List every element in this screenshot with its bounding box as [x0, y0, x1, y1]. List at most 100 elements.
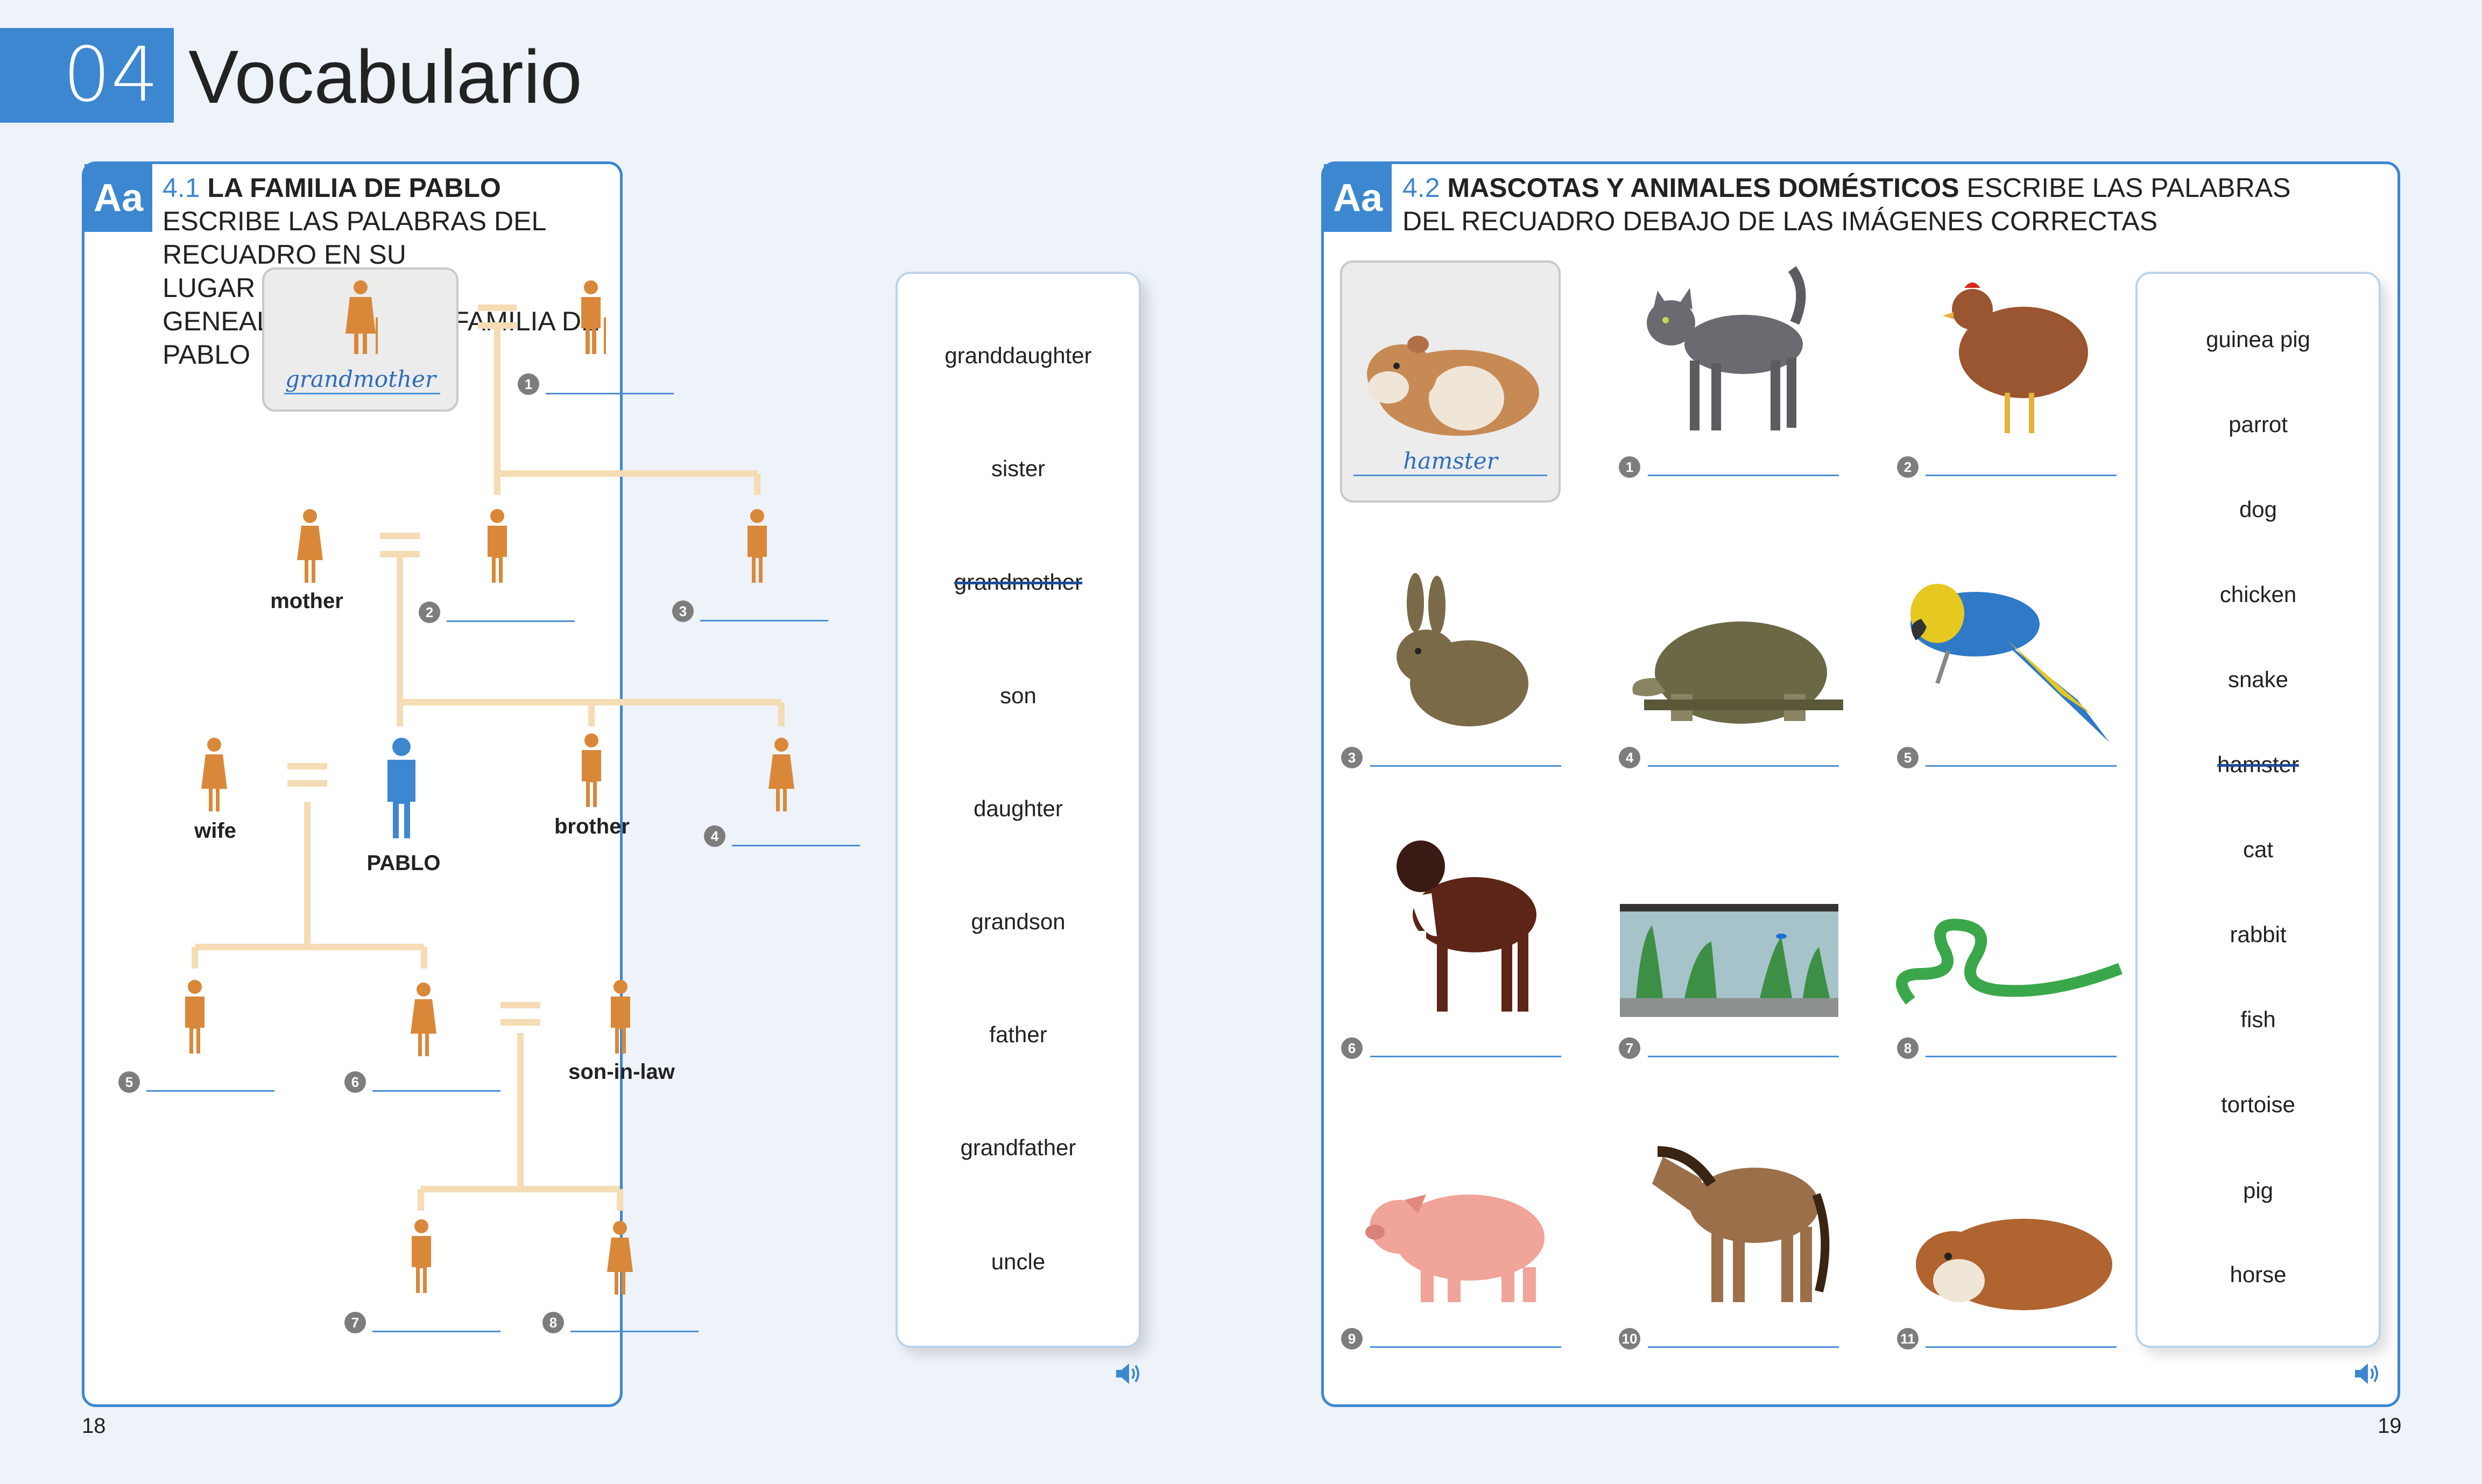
- slot-number: 2: [419, 602, 440, 623]
- exercise-4-2-heading: 4.2 MASCOTAS Y ANIMALES DOMÉSTICOS ESCRI…: [1402, 171, 2371, 238]
- slot-number: 4: [704, 825, 725, 847]
- rabbit-image: [1397, 573, 1528, 726]
- brother-figure: [582, 733, 601, 807]
- slot-number: 2: [1897, 456, 1919, 478]
- uncle-figure: [748, 509, 767, 583]
- word-item: sister: [991, 456, 1046, 481]
- example-answer-line: [284, 393, 440, 394]
- exercise-title: MASCOTAS Y ANIMALES DOMÉSTICOS: [1447, 173, 1959, 203]
- example-answer: hamster: [1403, 448, 1498, 474]
- slot-number: 6: [1341, 1037, 1363, 1059]
- word-item-struck: hamster: [2217, 752, 2299, 777]
- fish-tank-image: [1620, 904, 1838, 1017]
- parrot-image: [1910, 584, 2110, 743]
- answer-line-10[interactable]: [1648, 1346, 1839, 1348]
- word-item: grandfather: [960, 1135, 1076, 1160]
- answer-line-3[interactable]: [700, 620, 828, 621]
- label-mother: mother: [270, 589, 343, 613]
- answer-line-9[interactable]: [1370, 1346, 1561, 1348]
- answer-line-1[interactable]: [1648, 475, 1839, 476]
- word-item: chicken: [2219, 582, 2297, 607]
- answer-line-8[interactable]: [1926, 1056, 2117, 1057]
- cat-image: [1647, 266, 1806, 430]
- word-item: parrot: [2229, 412, 2288, 437]
- snake-image: [1896, 918, 2123, 1005]
- word-item: rabbit: [2230, 922, 2287, 947]
- answer-line-2[interactable]: [447, 620, 575, 622]
- grandfather-figure: [581, 280, 606, 354]
- wife-figure: [201, 738, 227, 811]
- daughter-figure: [411, 983, 436, 1056]
- answer-line-1[interactable]: [546, 393, 674, 394]
- word-item: daughter: [974, 796, 1063, 821]
- example-answer: grandmother: [285, 366, 436, 392]
- pig-image: [1365, 1195, 1545, 1302]
- word-item: guinea pig: [2206, 327, 2310, 352]
- son-figure: [185, 980, 205, 1054]
- word-item: uncle: [991, 1249, 1046, 1274]
- answer-line-7[interactable]: [1648, 1056, 1839, 1057]
- word-item: dog: [2239, 497, 2277, 522]
- speaker-icon[interactable]: [2354, 1361, 2383, 1386]
- slot-number: 1: [518, 373, 539, 395]
- slot-number: 3: [672, 600, 694, 622]
- slot-number: 1: [1619, 456, 1640, 478]
- answer-line-8[interactable]: [570, 1331, 699, 1332]
- label-wife: wife: [194, 819, 236, 843]
- word-item: pig: [2243, 1178, 2274, 1203]
- word-item: granddaughter: [944, 343, 1092, 368]
- answer-line-5[interactable]: [146, 1090, 274, 1092]
- slot-number: 5: [1897, 747, 1919, 768]
- exercise-instruction-2: DEL RECUADRO DEBAJO DE LAS IMÁGENES CORR…: [1402, 206, 2158, 236]
- word-box-left: granddaughter sister grandmother son dau…: [896, 272, 1141, 1348]
- sister-figure: [768, 738, 794, 811]
- slot-number: 8: [542, 1312, 564, 1333]
- speaker-icon[interactable]: [1115, 1361, 1144, 1386]
- granddaughter-figure: [607, 1221, 633, 1295]
- answer-line-11[interactable]: [1926, 1346, 2117, 1348]
- slot-number: 6: [344, 1071, 366, 1093]
- pablo-figure: [387, 738, 415, 838]
- word-item: tortoise: [2221, 1092, 2295, 1117]
- answer-line-2[interactable]: [1926, 475, 2117, 476]
- tortoise-image: [1632, 621, 1843, 724]
- label-brother: brother: [554, 815, 630, 838]
- slot-number: 7: [1619, 1037, 1640, 1059]
- slot-number: 11: [1897, 1328, 1919, 1349]
- word-item: snake: [2227, 667, 2289, 692]
- hamster-image: [1367, 336, 1539, 436]
- answer-line-4[interactable]: [732, 845, 860, 846]
- page-number-left: 18: [82, 1414, 106, 1438]
- word-item: horse: [2230, 1262, 2287, 1287]
- word-item: grandson: [971, 909, 1066, 934]
- word-item: son: [1000, 683, 1036, 708]
- answer-line-5[interactable]: [1926, 765, 2117, 767]
- answer-line-4[interactable]: [1648, 765, 1839, 767]
- slot-number: 7: [344, 1312, 366, 1333]
- slot-number: 8: [1897, 1037, 1919, 1059]
- answer-line-6[interactable]: [372, 1090, 500, 1092]
- exercise-4-2-badge: Aa: [1324, 164, 1392, 232]
- page-number-right: 19: [2378, 1414, 2402, 1438]
- word-item: father: [989, 1022, 1047, 1047]
- answer-line-3[interactable]: [1370, 765, 1561, 767]
- guinea-pig-image: [1916, 1219, 2112, 1310]
- answer-line-7[interactable]: [372, 1331, 500, 1332]
- exercise-instruction: ESCRIBE LAS PALABRAS: [1966, 173, 2291, 203]
- grandson-figure: [412, 1219, 431, 1293]
- grandmother-figure: [345, 280, 378, 354]
- chicken-image: [1943, 282, 2088, 433]
- slot-number: 9: [1341, 1328, 1363, 1349]
- label-son-in-law: son-in-law: [568, 1060, 675, 1084]
- father-figure: [488, 509, 507, 583]
- slot-number: 5: [118, 1071, 140, 1093]
- answer-line-6[interactable]: [1370, 1056, 1561, 1057]
- word-box-right: guinea pig parrot dog chicken snake hams…: [2135, 272, 2381, 1348]
- son-in-law-figure: [611, 980, 630, 1054]
- example-answer-line: [1353, 475, 1547, 476]
- horse-image: [1652, 1146, 1830, 1302]
- mother-figure: [297, 509, 323, 583]
- dog-image: [1397, 840, 1536, 1012]
- slot-number: 4: [1619, 747, 1640, 768]
- word-item: cat: [2243, 837, 2274, 862]
